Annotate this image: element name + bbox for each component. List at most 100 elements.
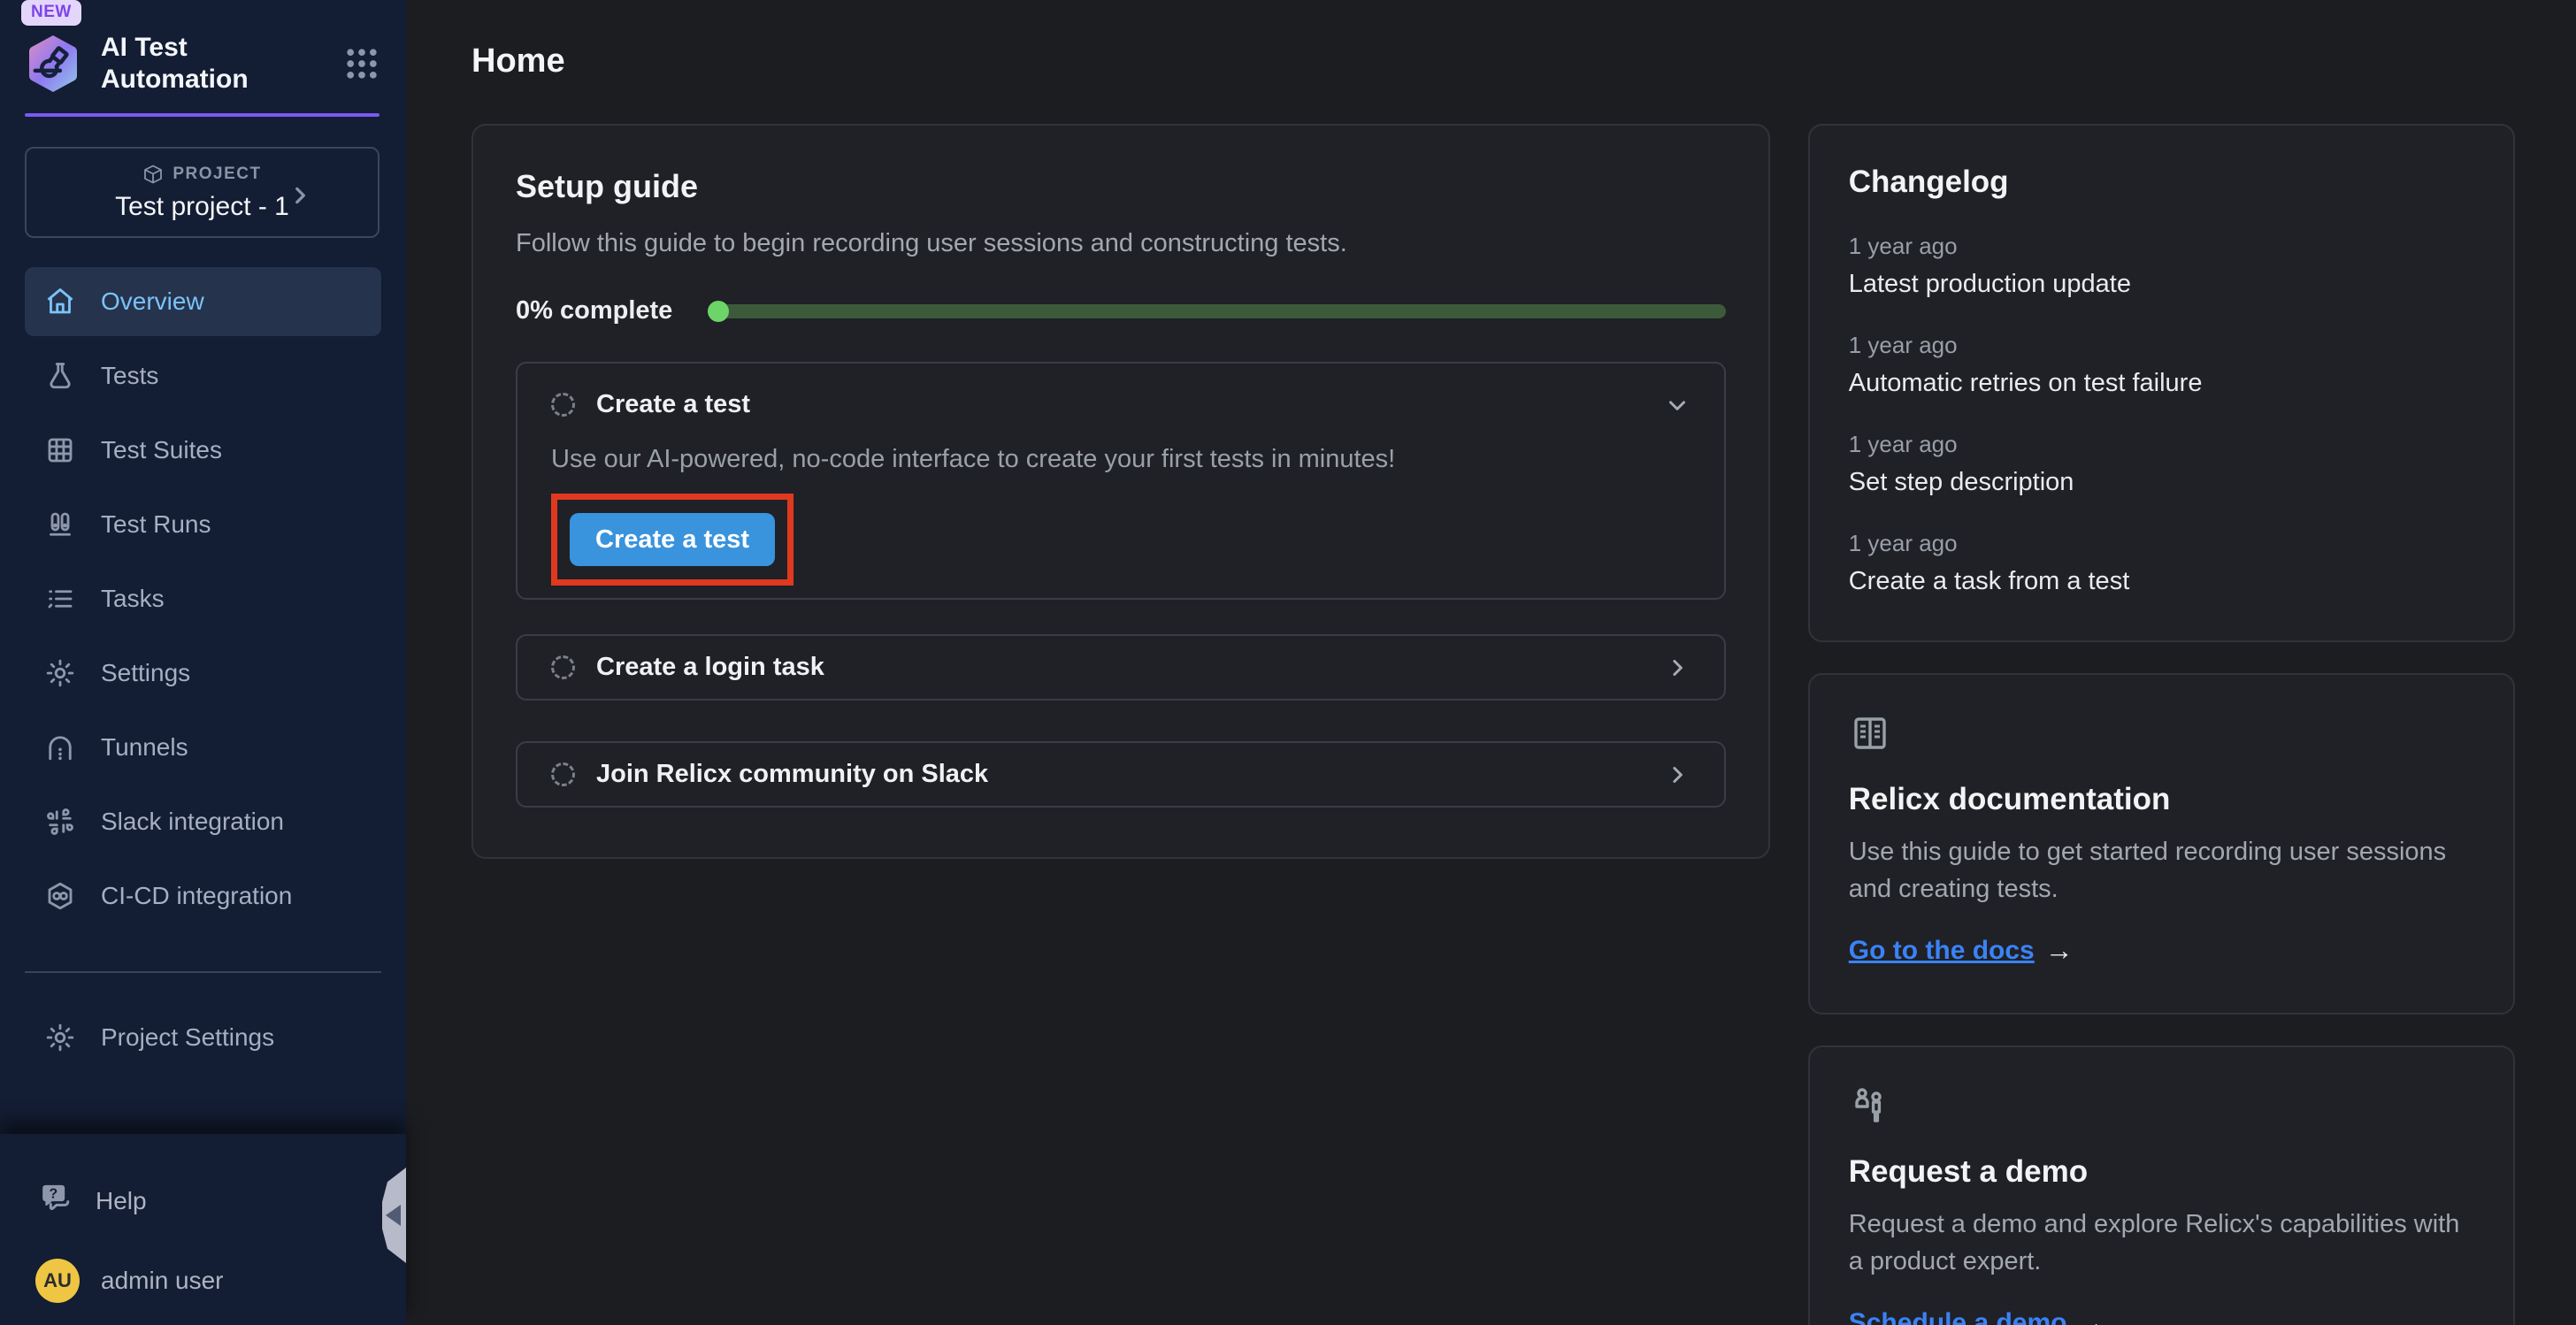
- test-runs-icon: [42, 509, 78, 540]
- sidebar-item-project-settings[interactable]: Project Settings: [25, 1003, 381, 1072]
- project-name: Test project - 1: [115, 192, 289, 222]
- setup-guide-card: Setup guide Follow this guide to begin r…: [472, 124, 1770, 859]
- app-root: NEW AI Test Automation: [0, 0, 2576, 1325]
- step-title: Join Relicx community on Slack: [596, 760, 988, 789]
- step-header[interactable]: Create a test: [551, 390, 1690, 419]
- setup-progress: 0% complete: [516, 296, 1726, 326]
- sidebar-item-label: Test Runs: [101, 510, 211, 539]
- changelog-entry-title: Set step description: [1849, 468, 2474, 497]
- app-launcher-icon[interactable]: [342, 44, 381, 83]
- documentation-card: Relicx documentation Use this guide to g…: [1808, 673, 2515, 1015]
- setup-step-create-a-test: Create a test Use our AI-powered, no-cod…: [516, 362, 1726, 600]
- changelog-entry-title: Automatic retries on test failure: [1849, 369, 2474, 398]
- sidebar-item-label: Settings: [101, 659, 190, 687]
- go-to-docs-link[interactable]: Go to the docs: [1849, 936, 2035, 966]
- setup-step-join-slack[interactable]: Join Relicx community on Slack: [516, 741, 1726, 808]
- changelog-card: Changelog 1 year ago Latest production u…: [1808, 124, 2515, 642]
- documentation-description: Use this guide to get started recording …: [1849, 833, 2474, 908]
- sidebar-item-label: Tunnels: [101, 733, 188, 762]
- cicd-hexagon-icon: [42, 880, 78, 912]
- project-label: PROJECT: [172, 165, 261, 184]
- user-menu[interactable]: AU admin user: [0, 1259, 406, 1303]
- sidebar-item-settings[interactable]: Settings: [25, 639, 381, 708]
- annotation-highlight-box: Create a test: [551, 494, 794, 586]
- setup-step-create-login-task[interactable]: Create a login task: [516, 634, 1726, 701]
- sidebar-item-test-suites[interactable]: Test Suites: [25, 416, 381, 485]
- table-grid-icon: [42, 434, 78, 466]
- sidebar-item-cicd-integration[interactable]: CI-CD integration: [25, 862, 381, 931]
- sidebar-item-test-runs[interactable]: Test Runs: [25, 490, 381, 559]
- sidebar-item-label: Test Suites: [101, 436, 222, 464]
- avatar: AU: [35, 1259, 80, 1303]
- chevron-right-icon: [1664, 655, 1690, 681]
- sidebar-item-overview[interactable]: Overview: [25, 267, 381, 336]
- sidebar-item-label: Project Settings: [101, 1023, 274, 1052]
- step-description: Use our AI-powered, no-code interface to…: [551, 445, 1690, 474]
- arrow-right-icon: →: [2045, 934, 2074, 967]
- help-label: Help: [96, 1187, 147, 1215]
- right-column: Changelog 1 year ago Latest production u…: [1808, 124, 2515, 1325]
- page-title: Home: [472, 42, 2515, 80]
- changelog-title: Changelog: [1849, 165, 2474, 200]
- help-button[interactable]: ? Help: [0, 1180, 406, 1222]
- changelog-time: 1 year ago: [1849, 431, 2474, 458]
- sidebar-secondary-nav: Project Settings: [25, 1003, 381, 1072]
- sidebar-item-label: Overview: [101, 287, 204, 316]
- sidebar-item-label: Tasks: [101, 585, 165, 613]
- main-content: Home Setup guide Follow this guide to be…: [406, 0, 2576, 1325]
- setup-guide-description: Follow this guide to begin recording use…: [516, 229, 1726, 258]
- relicx-logo-icon: [25, 34, 81, 94]
- sidebar-item-label: Slack integration: [101, 808, 284, 836]
- people-icon: [1849, 1115, 1891, 1130]
- brand-underline: [25, 113, 380, 117]
- sidebar-item-tunnels[interactable]: Tunnels: [25, 713, 381, 782]
- help-chat-icon: ?: [39, 1180, 74, 1222]
- sidebar-item-label: CI-CD integration: [101, 882, 292, 910]
- svg-text:?: ?: [49, 1187, 58, 1202]
- progress-label: 0% complete: [516, 296, 672, 326]
- progress-knob: [708, 301, 729, 322]
- sidebar-item-label: Tests: [101, 362, 158, 390]
- step-title: Create a test: [596, 390, 750, 419]
- arrow-right-icon: →: [2077, 1306, 2105, 1325]
- schedule-demo-link[interactable]: Schedule a demo: [1849, 1308, 2067, 1325]
- request-demo-card: Request a demo Request a demo and explor…: [1808, 1045, 2515, 1325]
- changelog-entry: 1 year ago Automatic retries on test fai…: [1849, 332, 2474, 398]
- documentation-book-icon: [1849, 743, 1891, 758]
- flask-icon: [42, 360, 78, 392]
- request-demo-description: Request a demo and explore Relicx's capa…: [1849, 1206, 2474, 1280]
- sidebar-item-tasks[interactable]: Tasks: [25, 564, 381, 633]
- changelog-entry-title: Latest production update: [1849, 270, 2474, 299]
- sidebar-nav: Overview Tests Test Suites Test Runs: [25, 267, 381, 931]
- incomplete-step-icon: [551, 762, 575, 786]
- setup-guide-title: Setup guide: [516, 168, 1726, 205]
- app-title: AI Test Automation: [101, 32, 287, 96]
- incomplete-step-icon: [551, 655, 575, 679]
- home-icon: [42, 286, 78, 318]
- sidebar: NEW AI Test Automation: [0, 0, 406, 1325]
- project-selector[interactable]: PROJECT Test project - 1: [25, 147, 380, 238]
- cube-icon: [142, 164, 164, 185]
- sidebar-item-tests[interactable]: Tests: [25, 341, 381, 410]
- changelog-entry: 1 year ago Create a task from a test: [1849, 530, 2474, 596]
- changelog-time: 1 year ago: [1849, 332, 2474, 359]
- collapse-arrow-icon: [386, 1205, 401, 1226]
- user-name: admin user: [101, 1267, 224, 1295]
- sidebar-footer: ? Help AU admin user: [0, 1134, 406, 1325]
- slack-icon: [42, 806, 78, 838]
- chevron-down-icon[interactable]: [1664, 392, 1690, 418]
- changelog-entry-title: Create a task from a test: [1849, 567, 2474, 596]
- changelog-time: 1 year ago: [1849, 233, 2474, 260]
- changelog-entry: 1 year ago Set step description: [1849, 431, 2474, 497]
- chevron-right-icon: [1664, 762, 1690, 788]
- chevron-right-icon: [288, 184, 311, 207]
- new-badge: NEW: [21, 0, 81, 26]
- gear-icon: [42, 1022, 78, 1053]
- step-title: Create a login task: [596, 653, 824, 682]
- create-a-test-button[interactable]: Create a test: [570, 513, 775, 566]
- tunnel-icon: [42, 731, 78, 763]
- sidebar-item-slack-integration[interactable]: Slack integration: [25, 787, 381, 856]
- task-list-icon: [42, 583, 78, 615]
- documentation-title: Relicx documentation: [1849, 782, 2474, 817]
- sidebar-divider: [25, 971, 381, 973]
